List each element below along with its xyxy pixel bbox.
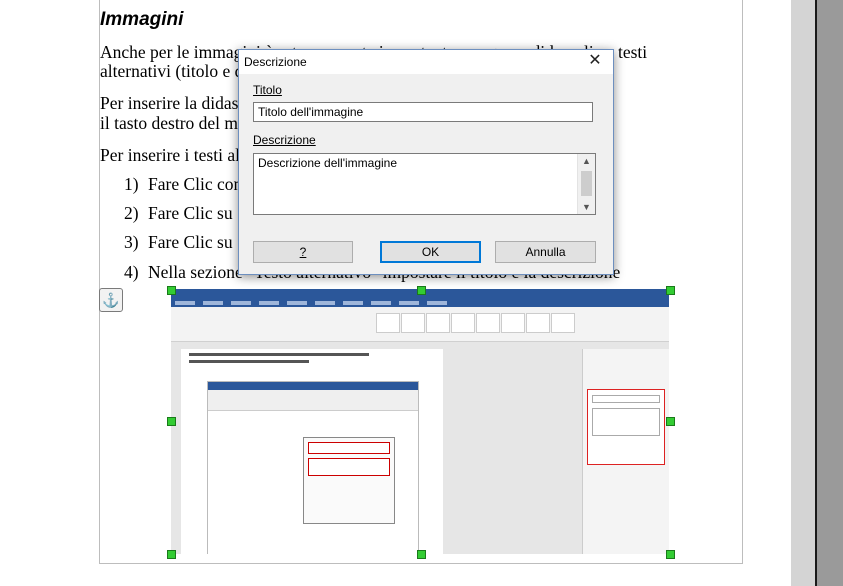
list-number: 2) xyxy=(124,203,139,223)
cancel-button[interactable]: Annulla xyxy=(495,241,596,263)
resize-handle[interactable] xyxy=(666,550,675,559)
word-ribbon xyxy=(171,307,669,342)
scroll-down-icon[interactable]: ▼ xyxy=(578,200,595,214)
list-number: 4) xyxy=(124,262,139,282)
nested-dialog xyxy=(303,437,395,524)
scroll-up-icon[interactable]: ▲ xyxy=(578,154,595,168)
format-image-pane xyxy=(582,349,669,554)
nested-word-window xyxy=(207,381,419,554)
word-tabs xyxy=(171,298,669,307)
scroll-thumb[interactable] xyxy=(581,171,592,196)
resize-handle[interactable] xyxy=(666,286,675,295)
help-button[interactable]: ? xyxy=(253,241,353,263)
list-number: 1) xyxy=(124,174,139,194)
title-label: Titolo xyxy=(253,83,282,97)
title-input[interactable] xyxy=(253,102,593,122)
heading-immagini: Immagini xyxy=(100,9,184,30)
anchor-icon[interactable]: ⚓ xyxy=(99,288,123,312)
description-textarea[interactable]: Descrizione dell'immagine ▲ ▼ xyxy=(253,153,596,215)
dialog-title: Descrizione xyxy=(244,55,307,69)
resize-handle[interactable] xyxy=(167,286,176,295)
alt-text-highlight xyxy=(587,389,665,465)
embedded-image[interactable] xyxy=(171,289,669,554)
description-text: Descrizione dell'immagine xyxy=(258,156,398,170)
resize-handle[interactable] xyxy=(417,286,426,295)
description-dialog: Descrizione ✕ Titolo Descrizione Descriz… xyxy=(238,49,614,275)
vertical-scrollbar[interactable] xyxy=(815,0,843,586)
dialog-titlebar: Descrizione ✕ xyxy=(239,50,613,74)
ok-button[interactable]: OK xyxy=(380,241,481,263)
close-icon[interactable]: ✕ xyxy=(586,52,604,70)
resize-handle[interactable] xyxy=(167,550,176,559)
description-label: Descrizione xyxy=(253,133,316,147)
textarea-scrollbar[interactable]: ▲ ▼ xyxy=(577,154,595,214)
resize-handle[interactable] xyxy=(167,417,176,426)
resize-handle[interactable] xyxy=(666,417,675,426)
list-number: 3) xyxy=(124,232,139,252)
resize-handle[interactable] xyxy=(417,550,426,559)
